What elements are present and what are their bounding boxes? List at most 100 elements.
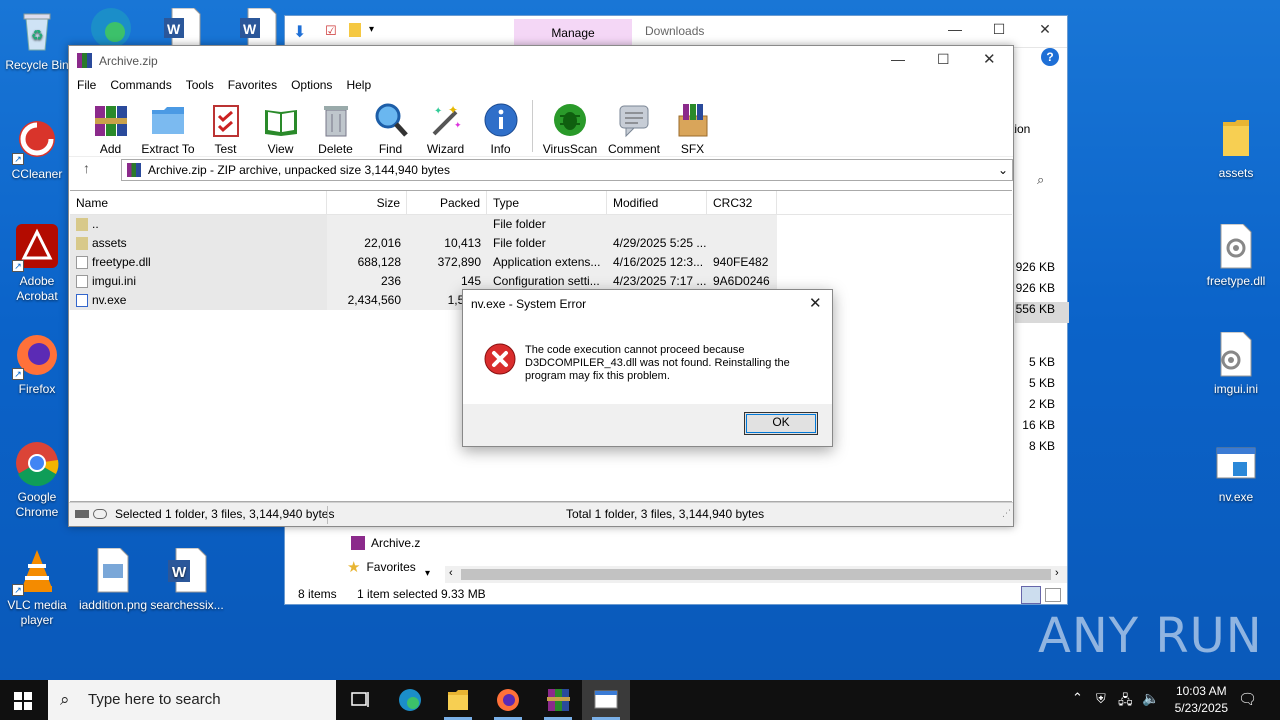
file-explorer-taskbar-icon[interactable] [434,680,482,720]
desktop-icon-imgui[interactable]: imgui.ini [1199,331,1273,397]
search-icon: ⌕ [60,690,70,709]
desktop-icon-vlc[interactable]: ↗ VLC media player [0,548,74,628]
windows-start-icon[interactable] [14,692,32,710]
menu-help[interactable]: Help [346,76,379,96]
chevron-down-icon[interactable]: ▾ [369,24,374,35]
col-packed[interactable]: Packed [407,191,487,214]
virusscan-button[interactable]: VirusScan [537,96,603,156]
edge-taskbar-icon[interactable] [386,680,434,720]
explorer-titlebar: ⬇ ☑ ▾ Manage Downloads — ☐ ✕ [285,16,1067,48]
table-row[interactable]: .. File folder [70,215,777,234]
cell-size: 236 [380,274,401,288]
volume-icon[interactable]: 🔈 [1142,690,1159,707]
winrar-window[interactable]: Archive.zip — ☐ ✕ File Commands Tools Fa… [68,45,1014,527]
close-icon[interactable]: ✕ [983,50,996,68]
minimize-icon[interactable]: — [891,51,905,67]
test-label: Test [214,142,237,156]
nav-item-archive[interactable]: Archive.z [351,534,421,552]
table-row[interactable]: assets 22,016 10,413 File folder 4/29/20… [70,234,777,253]
security-icon[interactable]: ⛨ [1096,691,1106,707]
nav-item-favorites[interactable]: ★ Favorites [347,558,427,576]
details-view-icon[interactable] [1021,586,1041,604]
folder-extract-icon [150,102,186,138]
col-modified[interactable]: Modified [607,191,707,214]
maximize-icon[interactable]: ☐ [989,21,1009,38]
desktop-icon-recycle-bin[interactable]: ♻ Recycle Bin [0,8,74,73]
view-button[interactable]: View [253,96,308,156]
close-icon[interactable]: ✕ [809,294,822,312]
desktop-icon-iaddition[interactable]: iaddition.png [76,547,150,613]
address-field[interactable]: Archive.zip - ZIP archive, unpacked size… [121,159,1013,181]
wizard-button[interactable]: ✦ ✦ ✦ Wizard [418,96,473,156]
chevron-up-icon[interactable]: ⌃ [1072,690,1083,706]
edge-desktop-icon[interactable] [88,6,134,48]
network-icon[interactable]: 🖧 [1118,691,1133,713]
desktop-icon-ccleaner[interactable]: ↗ CCleaner [0,117,74,182]
chevron-down-icon[interactable]: ⌄ [998,160,1008,180]
address-text: Archive.zip - ZIP archive, unpacked size… [148,163,450,177]
word-doc-icon[interactable]: W [162,7,202,47]
desktop-icon-assets[interactable]: assets [1199,116,1273,181]
winrar-taskbar-icon[interactable] [534,680,582,720]
download-arrow-icon[interactable]: ⬇ [293,22,306,42]
table-row[interactable]: freetype.dll 688,128 372,890 Application… [70,253,777,272]
toolbar: Add Extract To Test View Delete Find ✦ ✦ ✦… [69,96,1013,156]
desktop-icon-freetype[interactable]: freetype.dll [1199,223,1273,289]
taskbar-search-input[interactable]: ⌕ Type here to search [48,680,336,720]
add-button[interactable]: Add [83,96,138,156]
desktop-icon-searchessix[interactable]: W searchessix... [150,547,224,613]
col-name[interactable]: Name [70,191,327,214]
taskbar-clock[interactable]: 10:03 AM 5/23/2025 [1175,683,1228,717]
desktop-icon-nv-exe[interactable]: nv.exe [1199,440,1273,505]
scroll-left-icon[interactable]: ‹ [449,567,453,579]
horizontal-scrollbar[interactable]: ‹ › [445,566,1067,583]
col-type[interactable]: Type [487,191,607,214]
large-icons-view-icon[interactable] [1045,588,1061,602]
cell-packed: 10,413 [444,236,481,250]
menu-options[interactable]: Options [291,76,340,96]
close-icon[interactable]: ✕ [1035,21,1055,38]
col-size[interactable]: Size [327,191,407,214]
size-cell: 8 KB [1028,439,1055,453]
menu-favorites[interactable]: Favorites [228,76,285,96]
desktop-icon-label: searchessix... [150,598,224,612]
minimize-icon[interactable]: — [945,21,965,37]
nav-item-label: Archive.z [371,536,421,550]
scroll-down-icon[interactable]: ▾ [425,568,430,579]
cell-size [327,215,407,234]
menu-commands[interactable]: Commands [110,76,179,96]
task-view-icon[interactable] [336,680,384,720]
ok-button[interactable]: OK [744,412,818,435]
up-arrow-icon[interactable]: ↑ [83,160,90,176]
firefox-taskbar-icon[interactable] [484,680,532,720]
properties-icon[interactable]: ☑ [325,23,337,39]
resize-grip-icon[interactable]: ⋰ [1002,502,1011,525]
clipboard-check-icon [208,102,244,138]
scrollbar-thumb[interactable] [461,569,1051,580]
size-cell: 16 KB [1022,418,1055,432]
desktop-icon-firefox[interactable]: ↗ Firefox [0,332,74,397]
error-dialog-taskbar-icon[interactable] [582,680,630,720]
system-error-dialog[interactable]: nv.exe - System Error ✕ The code executi… [462,289,833,447]
col-crc32[interactable]: CRC32 [707,191,777,214]
tab-manage[interactable]: Manage [514,19,632,47]
test-button[interactable]: Test [198,96,253,156]
word-doc-icon[interactable]: W [238,7,278,47]
extract-to-button[interactable]: Extract To [138,96,198,156]
menu-tools[interactable]: Tools [186,76,222,96]
delete-button[interactable]: Delete [308,96,363,156]
desktop-icon-chrome[interactable]: Google Chrome [0,440,74,520]
notification-icon[interactable]: 🗨 [1238,690,1257,708]
search-icon[interactable]: ⌕ [1037,172,1044,188]
help-icon[interactable]: ? [1041,48,1059,66]
scroll-right-icon[interactable]: › [1055,567,1059,579]
comment-button[interactable]: Comment [603,96,665,156]
sfx-button[interactable]: SFX [665,96,720,156]
new-folder-icon[interactable] [349,23,361,37]
find-button[interactable]: Find [363,96,418,156]
info-button[interactable]: Info [473,96,528,156]
cell-packed [407,215,487,234]
desktop-icon-adobe[interactable]: ↗ Adobe Acrobat [0,224,74,304]
menu-file[interactable]: File [77,76,104,96]
maximize-icon[interactable]: ☐ [937,51,950,68]
